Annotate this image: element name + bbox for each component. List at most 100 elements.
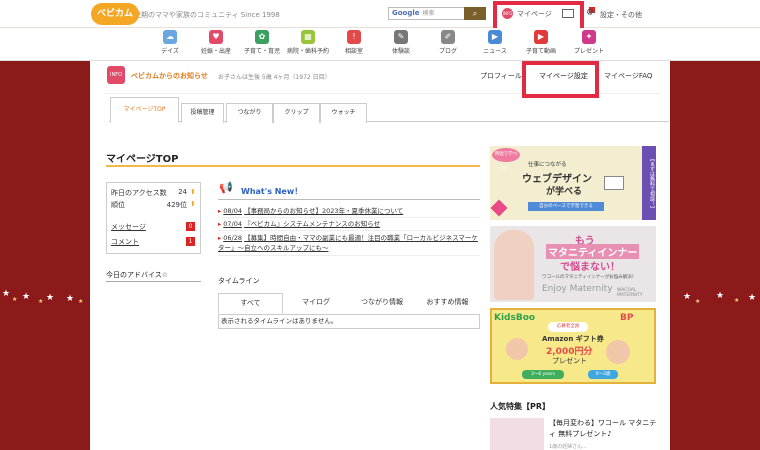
news-date: 06/28 bbox=[223, 234, 242, 242]
news-date: 07/04 bbox=[223, 220, 242, 228]
news-text: 【事務局からのお知らせ】2023年・夏季休業について bbox=[244, 207, 404, 215]
nav-icon: ✦ bbox=[582, 30, 596, 44]
nav-item[interactable]: ♥ 妊娠・出産 bbox=[193, 30, 239, 60]
timeline-heading: タイムライン bbox=[218, 277, 260, 285]
web-design-banner[interactable]: 時短で学べる！ 仕事につながる ウェブデザイン が学べる 自分のペースで学習でき… bbox=[490, 146, 656, 220]
nav-item[interactable]: ✐ ブログ bbox=[425, 30, 471, 60]
megaphone-icon: 📢 bbox=[219, 181, 233, 194]
mypage-faq-link[interactable]: マイページFAQ bbox=[604, 71, 652, 81]
nav-label: 妊娠・出産 bbox=[200, 48, 231, 55]
news-text: 『べビカム』システムメンテナンスのお知らせ bbox=[244, 220, 381, 228]
nav-item[interactable]: ☁ デイズ bbox=[147, 30, 193, 60]
mypage-settings-link[interactable]: マイページ設定 bbox=[539, 71, 588, 81]
mypage-link[interactable]: INFO マイページ bbox=[502, 8, 552, 19]
nav-icon: ▶ bbox=[534, 30, 548, 44]
title-underline bbox=[106, 165, 480, 167]
search-placeholder: 検索 bbox=[422, 10, 435, 17]
nav-icon: ♥ bbox=[209, 30, 223, 44]
pr-thumbnail[interactable] bbox=[490, 418, 544, 450]
banner-line-2: マタニティインナー bbox=[546, 244, 640, 259]
left-background bbox=[0, 61, 90, 450]
news-item[interactable]: ▸ 06/28 【募集】時間自由・ママの副業にも最適！注目の職業「ローカルビジネス… bbox=[218, 233, 480, 253]
star-icon: ★ bbox=[66, 294, 75, 304]
timeline-tab-recommended[interactable]: おすすめ情報 bbox=[415, 293, 480, 314]
nav-icon: ! bbox=[347, 30, 361, 44]
news-item[interactable]: ▸ 08/04 【事務局からのお知らせ】2023年・夏季休業について bbox=[218, 206, 480, 216]
search-input[interactable]: Google 検索 bbox=[388, 7, 476, 20]
banner-line-5: Enjoy Maternity bbox=[542, 284, 613, 294]
tab-connections[interactable]: つながり bbox=[226, 103, 273, 123]
nav-label: 子育て・育児 bbox=[243, 48, 280, 55]
star-icon: ★ bbox=[2, 289, 11, 299]
bullet-icon: ▸ bbox=[218, 220, 222, 228]
gear-icon[interactable]: ⚙ bbox=[586, 8, 594, 18]
nav-icon: ☁ bbox=[163, 30, 177, 44]
nav-icon: ▦ bbox=[301, 30, 315, 44]
star-icon: ★ bbox=[748, 293, 757, 303]
wacoal-logo: WACOAL MATERNITY bbox=[617, 288, 643, 298]
timeline-tab-mylog[interactable]: マイログ bbox=[285, 293, 347, 314]
access-value: 24 bbox=[178, 188, 187, 196]
nav-item[interactable]: ▦ 病院・歯科予約 bbox=[285, 30, 331, 60]
star-icon: ★ bbox=[78, 298, 84, 305]
nav-label: ブログ bbox=[438, 48, 457, 55]
news-text: 【募集】時間自由・ママの副業にも最適！注目の職業「ローカルビジネスマーケター」～… bbox=[218, 234, 478, 252]
tab-clip[interactable]: クリップ bbox=[273, 103, 320, 123]
banner-line-4: ワコールのマタニティインナーがお悩み解決！ bbox=[542, 275, 637, 280]
nav-item[interactable]: ▶ ニュース bbox=[472, 30, 518, 60]
news-separator bbox=[218, 217, 480, 218]
comments-link[interactable]: コメント bbox=[111, 237, 139, 247]
age-label: 3〜6 years bbox=[522, 370, 564, 379]
banner-headline: ウェブデザイン bbox=[522, 174, 592, 185]
kids-logo: KidsBoo bbox=[494, 313, 536, 323]
nav-item[interactable]: ✎ 体験談 bbox=[378, 30, 424, 60]
star-icon: ★ bbox=[12, 296, 18, 303]
star-icon: ★ bbox=[38, 298, 44, 305]
google-logo: Google bbox=[392, 9, 420, 17]
age-label: 0〜3歳 bbox=[588, 370, 618, 379]
timeline-tab-all[interactable]: すべて bbox=[218, 293, 283, 314]
child-age-note: お子さんは生後 5歳 4ヶ月（1972 日目） bbox=[218, 74, 331, 81]
nav-label: ニュース bbox=[483, 48, 507, 55]
banner-amazon: Amazon ギフト券 bbox=[542, 335, 604, 343]
nav-item[interactable]: ✦ プレゼント bbox=[566, 30, 612, 60]
rank-label: 順位 bbox=[111, 201, 125, 209]
news-item[interactable]: ▸ 07/04 『べビカム』システムメンテナンスのお知らせ bbox=[218, 219, 480, 229]
nav-label: プレゼント bbox=[573, 48, 604, 55]
tab-mypage-top[interactable]: マイページTOP bbox=[110, 97, 179, 123]
mypage-icon: INFO bbox=[502, 8, 513, 19]
news-separator bbox=[218, 230, 480, 231]
nav-item[interactable]: ▶ 子育て動画 bbox=[518, 30, 564, 60]
site-logo[interactable]: べビカム bbox=[91, 3, 139, 25]
nav-item[interactable]: ✿ 子育て・育児 bbox=[239, 30, 285, 60]
comment-count-badge: 1 bbox=[186, 237, 195, 246]
star-icon: ★ bbox=[716, 291, 725, 301]
messages-link[interactable]: メッセージ bbox=[111, 222, 146, 232]
timeline-tab-connections[interactable]: つながり情報 bbox=[349, 293, 415, 314]
tab-watch[interactable]: ウォッチ bbox=[320, 103, 367, 123]
page-title: マイページTOP bbox=[106, 154, 179, 165]
settings-link[interactable]: 設定・その他 bbox=[600, 10, 642, 20]
star-icon: ★ bbox=[22, 292, 31, 302]
banner-badge: 時短で学べる！ bbox=[492, 148, 520, 171]
profile-link[interactable]: プロフィール bbox=[480, 71, 522, 81]
nav-label: 相談室 bbox=[344, 48, 363, 55]
nav-icon: ✎ bbox=[394, 30, 408, 44]
maternity-inner-banner[interactable]: もう マタニティインナー で悩まない！ ワコールのマタニティインナーがお悩み解決… bbox=[490, 226, 656, 302]
search-icon: ⌕ bbox=[472, 9, 478, 18]
child-photo bbox=[606, 340, 630, 364]
search-button[interactable]: ⌕ bbox=[464, 7, 486, 20]
amazon-gift-banner[interactable]: KidsBoo BP 応募者全員 Amazon ギフト券 2,000円分 プレゼ… bbox=[490, 308, 656, 384]
info-title[interactable]: べビカムからのお知らせ bbox=[131, 71, 208, 81]
message-count-badge: 0 bbox=[186, 222, 195, 231]
tab-post-management[interactable]: 投稿管理 bbox=[181, 103, 224, 123]
nav-label: 体験談 bbox=[391, 48, 410, 55]
mail-icon[interactable] bbox=[562, 9, 574, 18]
nav-item[interactable]: ! 相談室 bbox=[331, 30, 377, 60]
star-icon: ★ bbox=[695, 298, 701, 305]
star-icon: ★ bbox=[683, 292, 692, 302]
bullet-icon: ▸ bbox=[218, 234, 222, 242]
nav-label: デイズ bbox=[161, 48, 179, 55]
pr-title[interactable]: 【毎月変わる】ワコール マタニティ 無料プレゼント♪ bbox=[549, 418, 659, 440]
mypage-label: マイページ bbox=[517, 9, 552, 18]
